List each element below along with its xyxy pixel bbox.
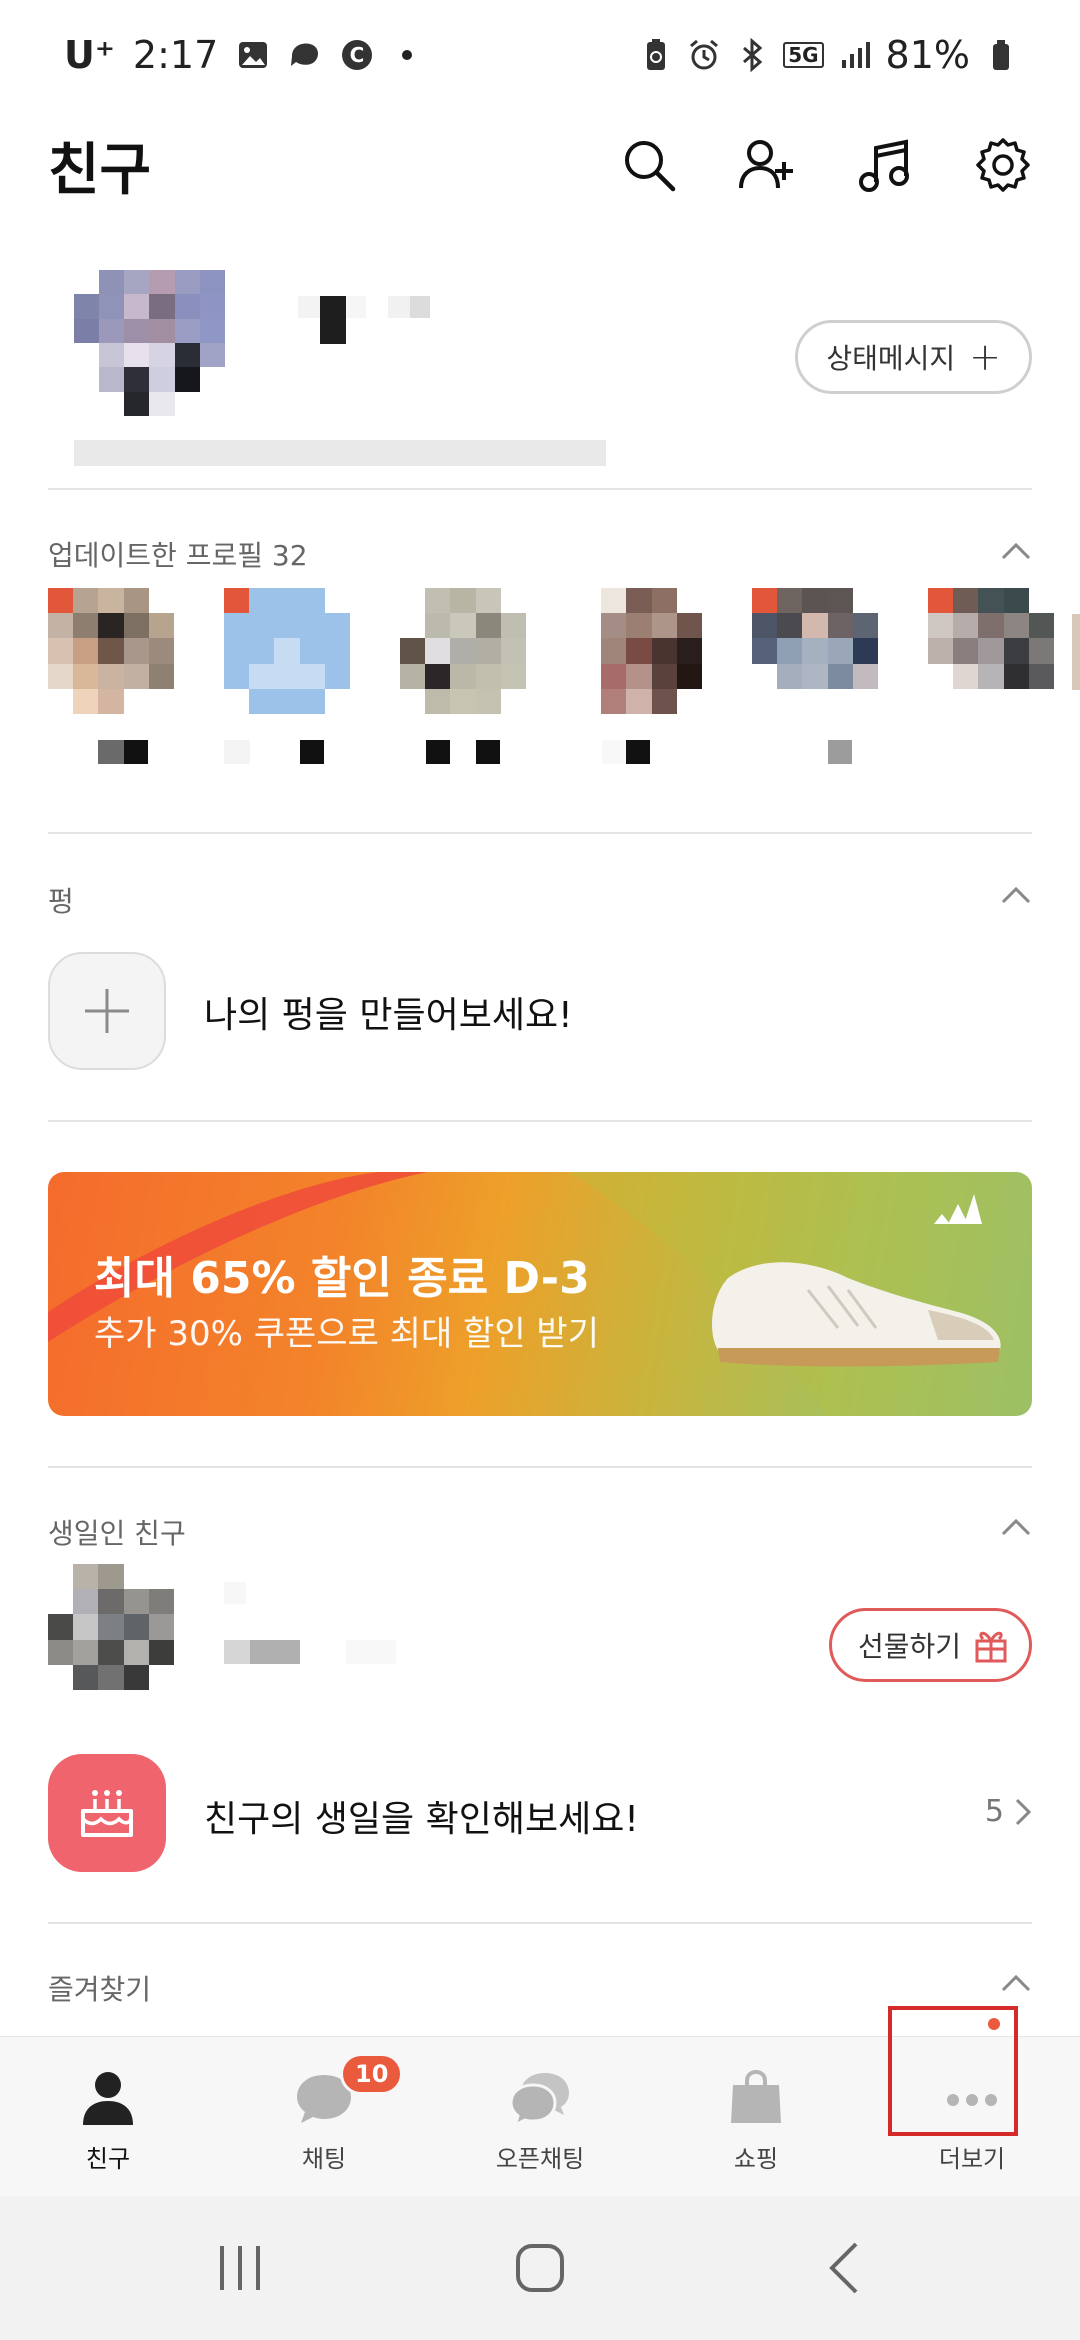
gift-icon [975,1631,1007,1663]
shopping-bag-icon [731,2069,781,2123]
page-title: 친구 [48,137,152,203]
avatar [224,588,350,714]
birthday-count-value: 5 [984,1794,1004,1829]
favorites-title: 즐겨찾기 [48,1973,152,2006]
name-blurred [626,740,650,764]
name-blurred [250,1640,300,1664]
alarm-icon [690,39,719,70]
signal-icon [841,42,870,68]
home-icon[interactable] [508,2236,572,2300]
unread-count-badge: 10 [340,2053,404,2095]
create-pyeong-button[interactable] [48,952,166,1070]
avatar [400,588,526,714]
name-blurred [224,1640,250,1664]
divider [48,1466,1032,1468]
person-icon [83,2072,133,2125]
battery-saver-icon [647,39,666,70]
status-message-button[interactable]: 상태메시지 + [795,320,1032,394]
nav-friends-label: 친구 [85,2145,131,2173]
name-blurred [426,740,450,764]
carrier-label: U⁺ [64,33,115,77]
avatar [576,588,702,714]
highlight-box [888,2006,1018,2136]
avatar [928,588,1054,714]
nav-friends[interactable]: 친구 [0,2037,216,2196]
sneaker-image [712,1262,1001,1367]
birthday-cake-tile[interactable] [48,1754,166,1872]
chevron-up-icon[interactable] [1000,1516,1032,1538]
promo-banner[interactable]: 최대 65% 할인 종료 D-3 추가 30% 쿠폰으로 최대 할인 받기 [48,1172,1032,1416]
divider [48,488,1032,490]
profile-name-blurred [298,292,518,350]
avatar [48,588,174,714]
name-blurred [124,740,148,764]
avatar [48,1564,174,1690]
divider [48,1922,1032,1924]
chevron-up-icon[interactable] [1000,1972,1032,1994]
name-blurred [224,740,250,764]
nav-shopping[interactable]: 쇼핑 [648,2037,864,2196]
my-profile[interactable]: 상태메시지 + [48,262,1032,492]
app-notification-icon [291,43,319,66]
plus-icon [85,989,129,1033]
birthday-friends-title: 생일인 친구 [48,1517,186,1550]
gallery-notification-icon [239,42,268,68]
chevron-up-icon[interactable] [1000,884,1032,906]
svg-text:C: C [350,43,365,67]
plus-icon: + [969,335,1001,379]
cake-icon [81,1790,133,1837]
status-bar: U⁺ 2:17 C 5G 81% [0,0,1080,110]
recent-apps-icon[interactable] [208,2236,272,2300]
send-gift-label: 선물하기 [857,1630,961,1663]
send-gift-button[interactable]: 선물하기 [828,1608,1032,1682]
settings-gear-icon[interactable] [974,136,1032,194]
more-notifications-dot [402,50,413,60]
nav-chats-label: 채팅 [301,2145,347,2173]
check-birthdays-label[interactable]: 친구의 생일을 확인해보세요! [204,1790,639,1842]
search-icon[interactable] [620,136,678,194]
name-blurred [476,740,500,764]
pyeong-title: 펑 [48,885,74,918]
bluetooth-icon [743,38,763,72]
create-pyeong-label[interactable]: 나의 펑을 만들어보세요! [204,986,573,1038]
add-friend-icon[interactable] [738,136,796,194]
name-blurred [602,740,626,764]
banner-headline: 최대 65% 할인 종료 D-3 [94,1253,590,1304]
name-blurred [98,740,124,764]
name-blurred [300,740,324,764]
c-notification-icon: C [342,40,373,70]
status-message-button-label: 상태메시지 [826,342,956,375]
name-blurred [224,1582,246,1604]
name-blurred [828,740,852,764]
chevron-up-icon[interactable] [1000,540,1032,562]
divider [48,832,1032,834]
nav-shopping-label: 쇼핑 [733,2145,779,2173]
adidas-logo-icon [934,1194,982,1224]
top-header: 친구 [0,110,1080,220]
divider [48,1120,1032,1122]
chevron-right-icon [1015,1798,1032,1825]
back-icon[interactable] [816,2236,880,2300]
battery-percent: 81% [885,33,970,77]
music-icon[interactable] [856,136,914,194]
updated-profiles-title: 업데이트한 프로필 32 [48,539,308,572]
nav-open-chat[interactable]: 오픈채팅 [432,2037,648,2196]
nav-chats[interactable]: 채팅 10 [216,2037,432,2196]
nav-more-label: 더보기 [938,2145,1006,2173]
system-navigation-bar [0,2196,1080,2340]
name-blurred [346,1640,396,1664]
open-chat-icon [509,2073,569,2128]
nav-open-chat-label: 오픈채팅 [495,2145,585,2173]
clock: 2:17 [132,33,219,77]
avatar [752,588,878,714]
avatar [1072,614,1080,690]
battery-icon [993,40,1009,70]
birthday-count[interactable]: 5 [985,1794,1032,1829]
updated-profiles-list [48,588,1080,778]
status-message-blurred [74,440,606,466]
avatar[interactable] [74,270,250,416]
banner-subline: 추가 30% 쿠폰으로 최대 할인 받기 [94,1314,599,1354]
network-type-badge: 5G [783,42,824,68]
